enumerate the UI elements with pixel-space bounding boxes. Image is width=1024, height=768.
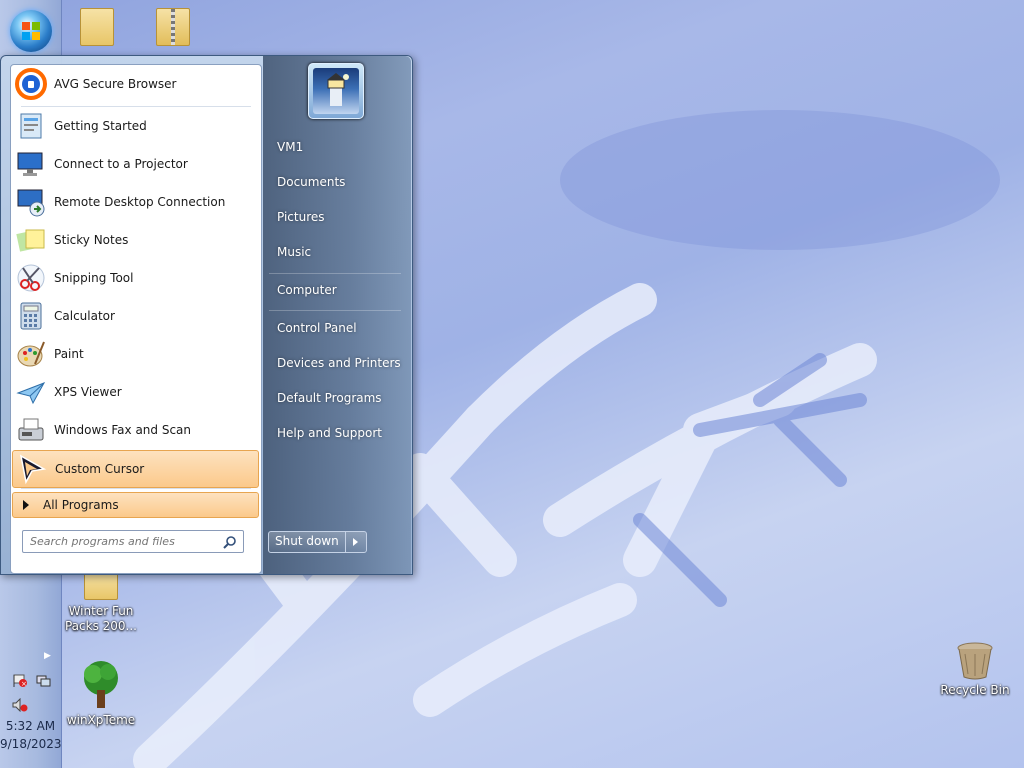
- desktop-icon-label: Recycle Bin: [940, 683, 1010, 697]
- desktop-zip-folder-icon[interactable]: [136, 8, 210, 46]
- program-calculator[interactable]: Calculator: [12, 298, 259, 334]
- network-icon[interactable]: [35, 674, 51, 688]
- user-avatar[interactable]: [308, 63, 364, 119]
- menu-item-music[interactable]: Music: [277, 245, 311, 259]
- windows-logo-icon: [22, 22, 40, 40]
- volume-muted-icon[interactable]: [12, 698, 28, 712]
- menu-item-user-folder[interactable]: VM1: [277, 140, 303, 154]
- program-remote-desktop[interactable]: Remote Desktop Connection: [12, 184, 259, 220]
- program-label: Getting Started: [54, 119, 147, 133]
- folder-icon: [84, 572, 118, 600]
- menu-item-help-support[interactable]: Help and Support: [277, 426, 382, 440]
- scissors-icon: [17, 264, 45, 292]
- paint-palette-icon: [17, 341, 45, 367]
- program-label: Remote Desktop Connection: [54, 195, 226, 209]
- search-input[interactable]: [23, 534, 223, 549]
- shutdown-button[interactable]: Shut down: [269, 532, 346, 552]
- menu-item-devices-printers[interactable]: Devices and Printers: [277, 356, 401, 370]
- projector-icon: [17, 152, 43, 176]
- calculator-icon: [20, 302, 42, 330]
- start-menu: AVG Secure Browser Getting Started Conne…: [0, 55, 413, 575]
- recycle-bin-icon: [957, 642, 993, 680]
- program-sticky-notes[interactable]: Sticky Notes: [12, 222, 259, 258]
- search-icon[interactable]: [223, 535, 237, 549]
- cursor-icon: [19, 454, 47, 485]
- program-getting-started[interactable]: Getting Started: [12, 108, 259, 144]
- divider: [21, 106, 251, 107]
- program-label: XPS Viewer: [54, 385, 122, 399]
- divider: [269, 310, 401, 311]
- folder-icon: [80, 8, 114, 46]
- clock-date[interactable]: 9/18/2023: [0, 737, 62, 751]
- lighthouse-icon: [327, 73, 349, 106]
- program-label: Snipping Tool: [54, 271, 134, 285]
- program-label: Connect to a Projector: [54, 157, 188, 171]
- svg-text:×: ×: [21, 680, 27, 688]
- desktop-icon-label: winXpTeme: [66, 713, 136, 727]
- tree-icon: [84, 661, 118, 708]
- shutdown-control: Shut down: [268, 531, 367, 553]
- program-label: Custom Cursor: [55, 462, 145, 476]
- program-label: Windows Fax and Scan: [54, 423, 192, 437]
- menu-item-pictures[interactable]: Pictures: [277, 210, 325, 224]
- xps-viewer-icon: [16, 382, 46, 405]
- all-programs-label: All Programs: [43, 498, 119, 512]
- programs-pane: AVG Secure Browser Getting Started Conne…: [10, 64, 262, 574]
- menu-item-control-panel[interactable]: Control Panel: [277, 321, 357, 335]
- chevron-right-icon: [353, 538, 359, 546]
- program-xps-viewer[interactable]: XPS Viewer: [12, 374, 259, 410]
- desktop-folder-icon[interactable]: [60, 8, 134, 46]
- all-programs-button[interactable]: All Programs: [12, 492, 259, 518]
- desktop-icon-recycle-bin[interactable]: Recycle Bin: [938, 642, 1012, 697]
- getting-started-icon: [20, 113, 42, 139]
- program-snipping-tool[interactable]: Snipping Tool: [12, 260, 259, 296]
- program-paint[interactable]: Paint: [12, 336, 259, 372]
- avg-browser-icon: [15, 68, 47, 100]
- desktop-icon-winter-fun[interactable]: Winter Fun Packs 200...: [64, 572, 138, 634]
- divider: [21, 488, 251, 489]
- right-pane: VM1 Documents Pictures Music Computer Co…: [263, 56, 411, 574]
- show-hidden-icons-arrow[interactable]: ▶: [44, 651, 51, 661]
- start-button[interactable]: [10, 10, 52, 52]
- action-center-flag-icon[interactable]: ×: [12, 674, 28, 688]
- expand-arrow-icon: [23, 500, 29, 510]
- desktop-icon-label: Winter Fun Packs 200...: [64, 604, 137, 633]
- program-custom-cursor[interactable]: Custom Cursor: [12, 450, 259, 488]
- divider: [269, 273, 401, 274]
- zip-folder-icon: [156, 8, 190, 46]
- menu-item-computer[interactable]: Computer: [277, 283, 337, 297]
- search-programs-box[interactable]: [22, 530, 244, 553]
- menu-item-documents[interactable]: Documents: [277, 175, 345, 189]
- program-connect-projector[interactable]: Connect to a Projector: [12, 146, 259, 182]
- clock-time[interactable]: 5:32 AM: [0, 719, 61, 733]
- shutdown-options-button[interactable]: [346, 532, 366, 552]
- program-fax-scan[interactable]: Windows Fax and Scan: [12, 412, 259, 448]
- program-label: Sticky Notes: [54, 233, 129, 247]
- sticky-notes-icon: [16, 229, 45, 252]
- fax-icon: [18, 418, 44, 441]
- program-label: AVG Secure Browser: [54, 77, 177, 91]
- desktop-icon-winxpteme[interactable]: winXpTeme: [64, 660, 138, 727]
- lighthouse-picture: [313, 68, 359, 114]
- program-avg-secure-browser[interactable]: AVG Secure Browser: [12, 66, 259, 102]
- program-label: Paint: [54, 347, 84, 361]
- program-label: Calculator: [54, 309, 115, 323]
- remote-desktop-icon: [17, 189, 45, 217]
- menu-item-default-programs[interactable]: Default Programs: [277, 391, 382, 405]
